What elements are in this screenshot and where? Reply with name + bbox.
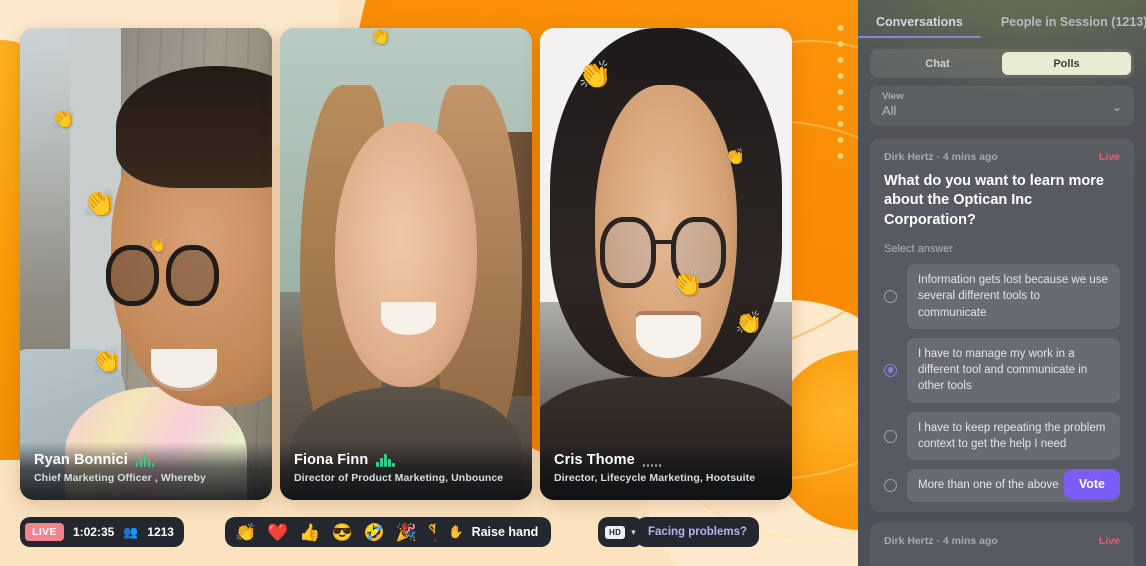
people-group-icon: 👥 — [123, 525, 139, 539]
hd-badge-icon: HD — [605, 525, 626, 539]
view-filter-value: All — [882, 103, 897, 118]
view-filter-select[interactable]: View All ⌄ — [870, 86, 1134, 126]
poll-meta: Dirk Hertz · 4 mins ago Live — [884, 535, 1120, 547]
poll-author: Dirk Hertz · 4 mins ago — [884, 535, 998, 547]
raise-hand-button[interactable]: ✋ Raise hand — [435, 517, 552, 547]
vote-button[interactable]: Vote — [1063, 469, 1120, 499]
heart-reaction-button[interactable]: ❤️ — [265, 522, 290, 543]
participant-name: Cris Thome — [554, 452, 635, 468]
poll-author: Dirk Hertz · 4 mins ago — [884, 151, 998, 163]
chevron-down-icon: ▾ — [631, 526, 636, 537]
facing-problems-label: Facing problems? — [648, 526, 748, 538]
radio-button-icon[interactable] — [884, 479, 897, 493]
tile-info-overlay: Fiona Finn Director of Product Marketing… — [280, 442, 532, 500]
chevron-down-icon: ⌄ — [1111, 100, 1122, 114]
view-filter-label: View — [882, 91, 904, 102]
video-tile-cris-thome[interactable]: Cris Thome Director, Lifecycle Marketing… — [540, 28, 792, 500]
poll-question: What do you want to learn more about the… — [884, 173, 1104, 228]
video-feed — [540, 28, 792, 500]
radio-button-icon[interactable] — [884, 289, 897, 303]
participant-name-row: Fiona Finn — [294, 452, 518, 468]
poll-options-list: Information gets lost because we use sev… — [884, 263, 1120, 502]
radio-button-icon[interactable] — [884, 429, 897, 443]
rofl-reaction-button[interactable]: 🤣 — [362, 522, 387, 543]
tile-info-overlay: Ryan Bonnici Chief Marketing Officer , W… — [20, 442, 272, 500]
poll-option-label[interactable]: I have to keep repeating the problem con… — [907, 411, 1120, 461]
live-status-pill: LIVE 1:02:35 👥 1213 — [20, 517, 184, 547]
participant-name-row: Ryan Bonnici — [34, 452, 258, 468]
poll-option-row[interactable]: I have to manage my work in a different … — [884, 337, 1120, 403]
sidebar-tabs: Conversations People in Session (1213) — [858, 0, 1146, 38]
video-feed — [20, 28, 272, 500]
participant-role: Chief Marketing Officer , Whereby — [34, 472, 206, 484]
tile-info-overlay: Cris Thome Director, Lifecycle Marketing… — [540, 442, 792, 500]
poll-card: Dirk Hertz · 4 mins ago Live What do you… — [870, 138, 1134, 512]
chat-polls-segmented-control: Chat Polls — [870, 49, 1134, 78]
video-feed — [280, 28, 532, 500]
participant-name: Fiona Finn — [294, 452, 369, 468]
raise-hand-label: Raise hand — [471, 525, 539, 539]
video-tile-ryan-bonnici[interactable]: Ryan Bonnici Chief Marketing Officer , W… — [20, 28, 272, 500]
video-stage: Ryan Bonnici Chief Marketing Officer , W… — [0, 0, 858, 566]
segment-chat[interactable]: Chat — [873, 52, 1002, 75]
thumbs-up-reaction-button[interactable]: 👍 — [297, 522, 322, 543]
attendee-count: 1213 — [147, 525, 174, 539]
stage-bottom-toolbar: LIVE 1:02:35 👥 1213 👏❤️👍😎🤣🎉🏆 ✋ Raise han… — [0, 512, 858, 558]
participant-name: Ryan Bonnici — [34, 452, 128, 468]
live-badge: LIVE — [25, 523, 64, 541]
poll-option-label[interactable]: I have to manage my work in a different … — [907, 337, 1120, 403]
poll-status-badge: Live — [1098, 535, 1120, 547]
mic-active-icon — [135, 453, 155, 467]
sunglasses-reaction-button[interactable]: 😎 — [330, 522, 355, 543]
conversations-sidebar: Conversations People in Session (1213) C… — [858, 0, 1146, 566]
participant-role: Director, Lifecycle Marketing, Hootsuite — [554, 472, 756, 484]
webinar-app: Ryan Bonnici Chief Marketing Officer , W… — [0, 0, 1146, 566]
poll-option-row[interactable]: I have to keep repeating the problem con… — [884, 411, 1120, 461]
participant-role: Director of Product Marketing, Unbounce — [294, 472, 504, 484]
poll-option-row[interactable]: Information gets lost because we use sev… — [884, 263, 1120, 329]
session-timer: 1:02:35 — [72, 525, 115, 539]
participant-name-row: Cris Thome — [554, 452, 778, 468]
dotted-line-decoration — [836, 20, 845, 160]
facing-problems-button[interactable]: Facing problems? — [636, 517, 760, 547]
segment-polls[interactable]: Polls — [1002, 52, 1131, 75]
poll-meta: Dirk Hertz · 4 mins ago Live — [884, 151, 1120, 163]
poll-card: Dirk Hertz · 4 mins ago Live — [870, 522, 1134, 566]
tab-conversations[interactable]: Conversations — [858, 15, 981, 38]
clap-reaction-button[interactable]: 👏 — [233, 522, 258, 543]
poll-option-label[interactable]: Information gets lost because we use sev… — [907, 263, 1120, 329]
party-popper-reaction-button[interactable]: 🎉 — [394, 522, 419, 543]
tab-people-in-session[interactable]: People in Session (1213) — [1001, 15, 1146, 38]
poll-status-badge: Live — [1098, 151, 1120, 163]
mic-muted-icon — [642, 454, 662, 467]
emoji-reaction-bar[interactable]: 👏❤️👍😎🤣🎉🏆 — [225, 517, 460, 547]
video-tile-fiona-finn[interactable]: Fiona Finn Director of Product Marketing… — [280, 28, 532, 500]
raised-hand-icon: ✋ — [448, 524, 464, 539]
poll-instruction: Select answer — [884, 242, 954, 255]
radio-button-icon[interactable] — [884, 363, 897, 377]
mic-active-icon — [376, 453, 395, 467]
